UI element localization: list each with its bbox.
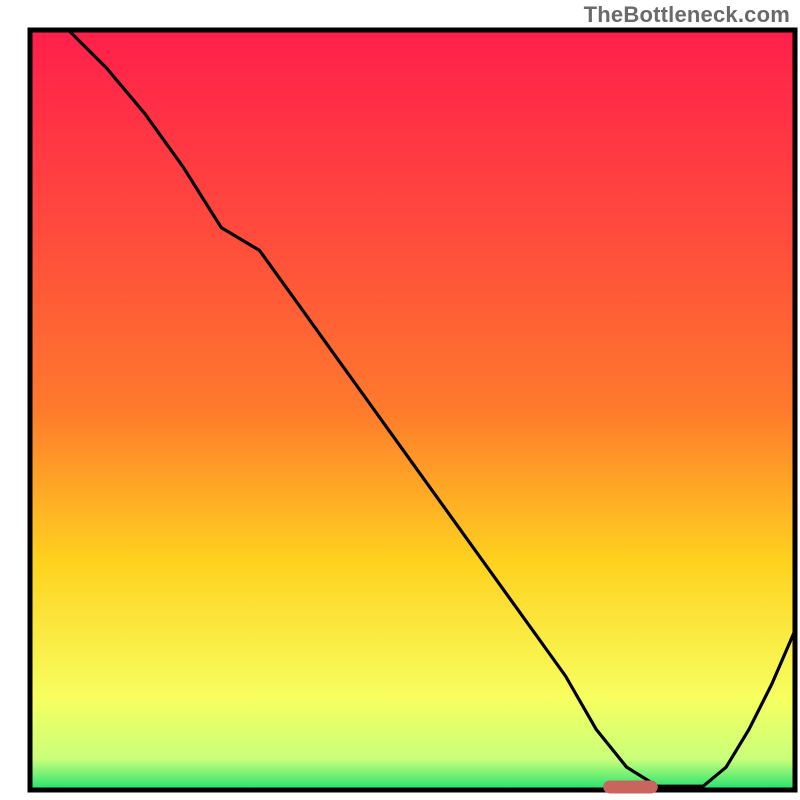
optimal-range-marker: [604, 781, 658, 793]
gradient-background: [30, 30, 795, 790]
chart-container: TheBottleneck.com: [0, 0, 800, 800]
bottleneck-chart: [0, 0, 800, 800]
